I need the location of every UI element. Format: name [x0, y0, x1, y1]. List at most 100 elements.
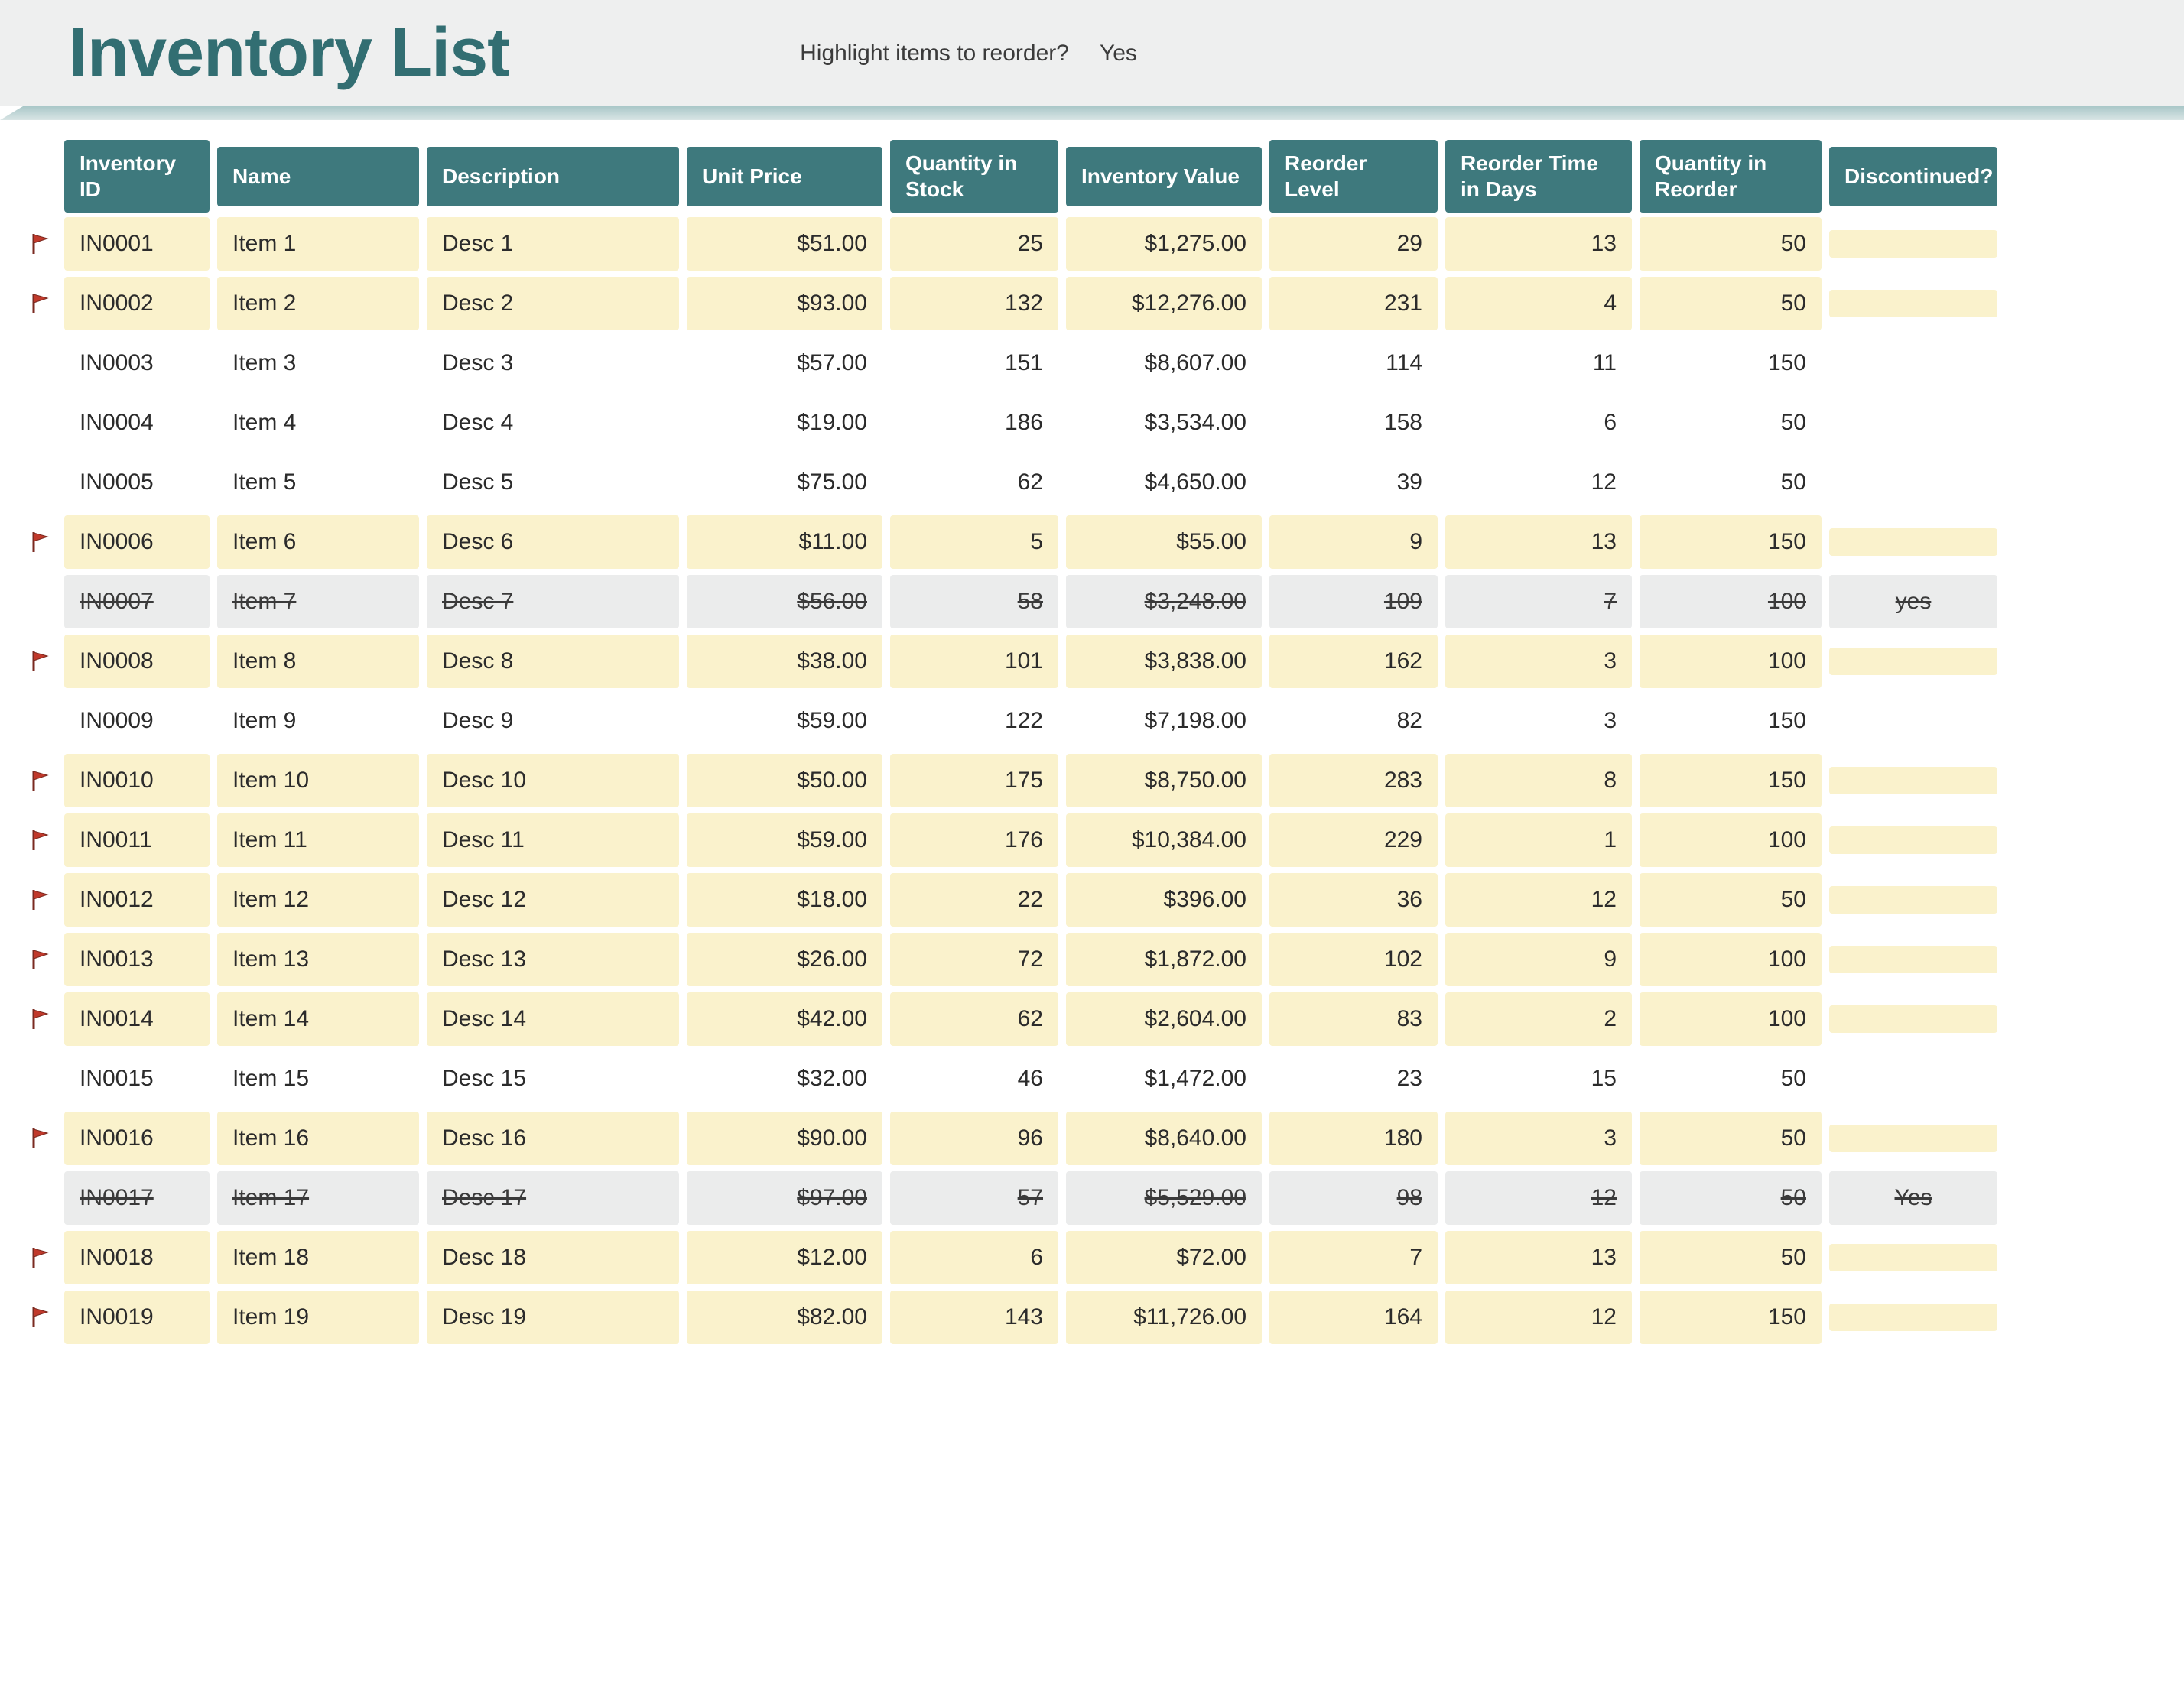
- cell-reorder-days: 3: [1445, 635, 1632, 688]
- cell-qty-stock: 6: [890, 1231, 1058, 1284]
- cell-description: Desc 3: [427, 336, 679, 390]
- cell-qty-stock: 22: [890, 873, 1058, 927]
- col-reorder-level[interactable]: Reorder Level: [1269, 140, 1438, 213]
- col-qty-reorder[interactable]: Quantity in Reorder: [1640, 140, 1822, 213]
- table-row[interactable]: IN0018Item 18Desc 18$12.006$72.0071350: [31, 1231, 2153, 1284]
- table-row[interactable]: IN0017Item 17Desc 17$97.0057$5,529.00981…: [31, 1171, 2153, 1225]
- cell-reorder-level: 162: [1269, 635, 1438, 688]
- table-row[interactable]: IN0014Item 14Desc 14$42.0062$2,604.00832…: [31, 992, 2153, 1046]
- cell-inventory-value: $3,838.00: [1066, 635, 1262, 688]
- cell-qty-reorder: 150: [1640, 515, 1822, 569]
- col-name[interactable]: Name: [217, 147, 419, 206]
- inventory-table: Inventory ID Name Description Unit Price…: [31, 140, 2153, 1350]
- cell-unit-price: $38.00: [687, 635, 882, 688]
- cell-unit-price: $59.00: [687, 694, 882, 748]
- cell-inventory-value: $3,248.00: [1066, 575, 1262, 628]
- cell-description: Desc 5: [427, 456, 679, 509]
- cell-reorder-days: 12: [1445, 873, 1632, 927]
- cell-qty-reorder: 100: [1640, 992, 1822, 1046]
- cell-name: Item 14: [217, 992, 419, 1046]
- highlight-label: Highlight items to reorder?: [800, 41, 1069, 67]
- cell-qty-stock: 175: [890, 754, 1058, 807]
- cell-qty-stock: 58: [890, 575, 1058, 628]
- flag-icon: [31, 888, 54, 911]
- cell-unit-price: $97.00: [687, 1171, 882, 1225]
- cell-inventory-value: $4,650.00: [1066, 456, 1262, 509]
- cell-qty-reorder: 50: [1640, 1052, 1822, 1106]
- cell-discontinued: [1829, 886, 1997, 914]
- cell-inventory-id: IN0017: [64, 1171, 210, 1225]
- cell-inventory-value: $8,607.00: [1066, 336, 1262, 390]
- cell-name: Item 3: [217, 336, 419, 390]
- highlight-reorder-group: Highlight items to reorder? Yes: [800, 41, 1137, 67]
- flag-cell: [31, 650, 57, 673]
- col-unit-price[interactable]: Unit Price: [687, 147, 882, 206]
- table-row[interactable]: IN0009Item 9Desc 9$59.00122$7,198.008231…: [31, 694, 2153, 748]
- table-row[interactable]: IN0008Item 8Desc 8$38.00101$3,838.001623…: [31, 635, 2153, 688]
- cell-qty-stock: 62: [890, 992, 1058, 1046]
- cell-name: Item 11: [217, 813, 419, 867]
- cell-qty-reorder: 150: [1640, 1291, 1822, 1344]
- cell-discontinued: [1829, 946, 1997, 973]
- header-band: Inventory List Highlight items to reorde…: [0, 0, 2184, 106]
- col-description[interactable]: Description: [427, 147, 679, 206]
- cell-name: Item 6: [217, 515, 419, 569]
- cell-name: Item 15: [217, 1052, 419, 1106]
- cell-inventory-value: $1,275.00: [1066, 217, 1262, 271]
- col-inventory-value[interactable]: Inventory Value: [1066, 147, 1262, 206]
- table-row[interactable]: IN0012Item 12Desc 12$18.0022$396.0036125…: [31, 873, 2153, 927]
- cell-reorder-level: 29: [1269, 217, 1438, 271]
- cell-reorder-level: 109: [1269, 575, 1438, 628]
- cell-reorder-days: 13: [1445, 515, 1632, 569]
- col-inventory-id[interactable]: Inventory ID: [64, 140, 210, 213]
- table-row[interactable]: IN0001Item 1Desc 1$51.0025$1,275.0029135…: [31, 217, 2153, 271]
- cell-qty-stock: 5: [890, 515, 1058, 569]
- col-discontinued[interactable]: Discontinued?: [1829, 147, 1997, 206]
- cell-qty-reorder: 50: [1640, 396, 1822, 450]
- cell-inventory-id: IN0002: [64, 277, 210, 330]
- table-row[interactable]: IN0003Item 3Desc 3$57.00151$8,607.001141…: [31, 336, 2153, 390]
- cell-description: Desc 1: [427, 217, 679, 271]
- cell-inventory-value: $1,472.00: [1066, 1052, 1262, 1106]
- highlight-value[interactable]: Yes: [1100, 41, 1137, 67]
- table-row[interactable]: IN0004Item 4Desc 4$19.00186$3,534.001586…: [31, 396, 2153, 450]
- cell-reorder-days: 4: [1445, 277, 1632, 330]
- table-row[interactable]: IN0015Item 15Desc 15$32.0046$1,472.00231…: [31, 1052, 2153, 1106]
- table-row[interactable]: IN0002Item 2Desc 2$93.00132$12,276.00231…: [31, 277, 2153, 330]
- cell-name: Item 5: [217, 456, 419, 509]
- table-row[interactable]: IN0010Item 10Desc 10$50.00175$8,750.0028…: [31, 754, 2153, 807]
- table-row[interactable]: IN0019Item 19Desc 19$82.00143$11,726.001…: [31, 1291, 2153, 1344]
- cell-name: Item 19: [217, 1291, 419, 1344]
- cell-name: Item 18: [217, 1231, 419, 1284]
- table-row[interactable]: IN0005Item 5Desc 5$75.0062$4,650.0039125…: [31, 456, 2153, 509]
- cell-qty-reorder: 50: [1640, 456, 1822, 509]
- cell-description: Desc 16: [427, 1112, 679, 1165]
- cell-description: Desc 7: [427, 575, 679, 628]
- table-row[interactable]: IN0016Item 16Desc 16$90.0096$8,640.00180…: [31, 1112, 2153, 1165]
- table-row[interactable]: IN0007Item 7Desc 7$56.0058$3,248.0010971…: [31, 575, 2153, 628]
- cell-description: Desc 17: [427, 1171, 679, 1225]
- cell-description: Desc 6: [427, 515, 679, 569]
- cell-description: Desc 4: [427, 396, 679, 450]
- cell-unit-price: $82.00: [687, 1291, 882, 1344]
- col-qty-stock[interactable]: Quantity in Stock: [890, 140, 1058, 213]
- table-row[interactable]: IN0013Item 13Desc 13$26.0072$1,872.00102…: [31, 933, 2153, 986]
- cell-discontinued: [1829, 1065, 1997, 1093]
- cell-inventory-value: $12,276.00: [1066, 277, 1262, 330]
- cell-inventory-value: $1,872.00: [1066, 933, 1262, 986]
- cell-inventory-value: $2,604.00: [1066, 992, 1262, 1046]
- cell-unit-price: $26.00: [687, 933, 882, 986]
- flag-cell: [31, 531, 57, 554]
- cell-discontinued: [1829, 1005, 1997, 1033]
- cell-reorder-level: 231: [1269, 277, 1438, 330]
- flag-icon: [31, 769, 54, 792]
- cell-reorder-level: 102: [1269, 933, 1438, 986]
- cell-name: Item 7: [217, 575, 419, 628]
- table-row[interactable]: IN0011Item 11Desc 11$59.00176$10,384.002…: [31, 813, 2153, 867]
- flag-cell: [31, 1008, 57, 1031]
- cell-discontinued: [1829, 648, 1997, 675]
- flag-icon: [31, 1306, 54, 1329]
- cell-reorder-days: 9: [1445, 933, 1632, 986]
- table-row[interactable]: IN0006Item 6Desc 6$11.005$55.00913150: [31, 515, 2153, 569]
- col-reorder-days[interactable]: Reorder Time in Days: [1445, 140, 1632, 213]
